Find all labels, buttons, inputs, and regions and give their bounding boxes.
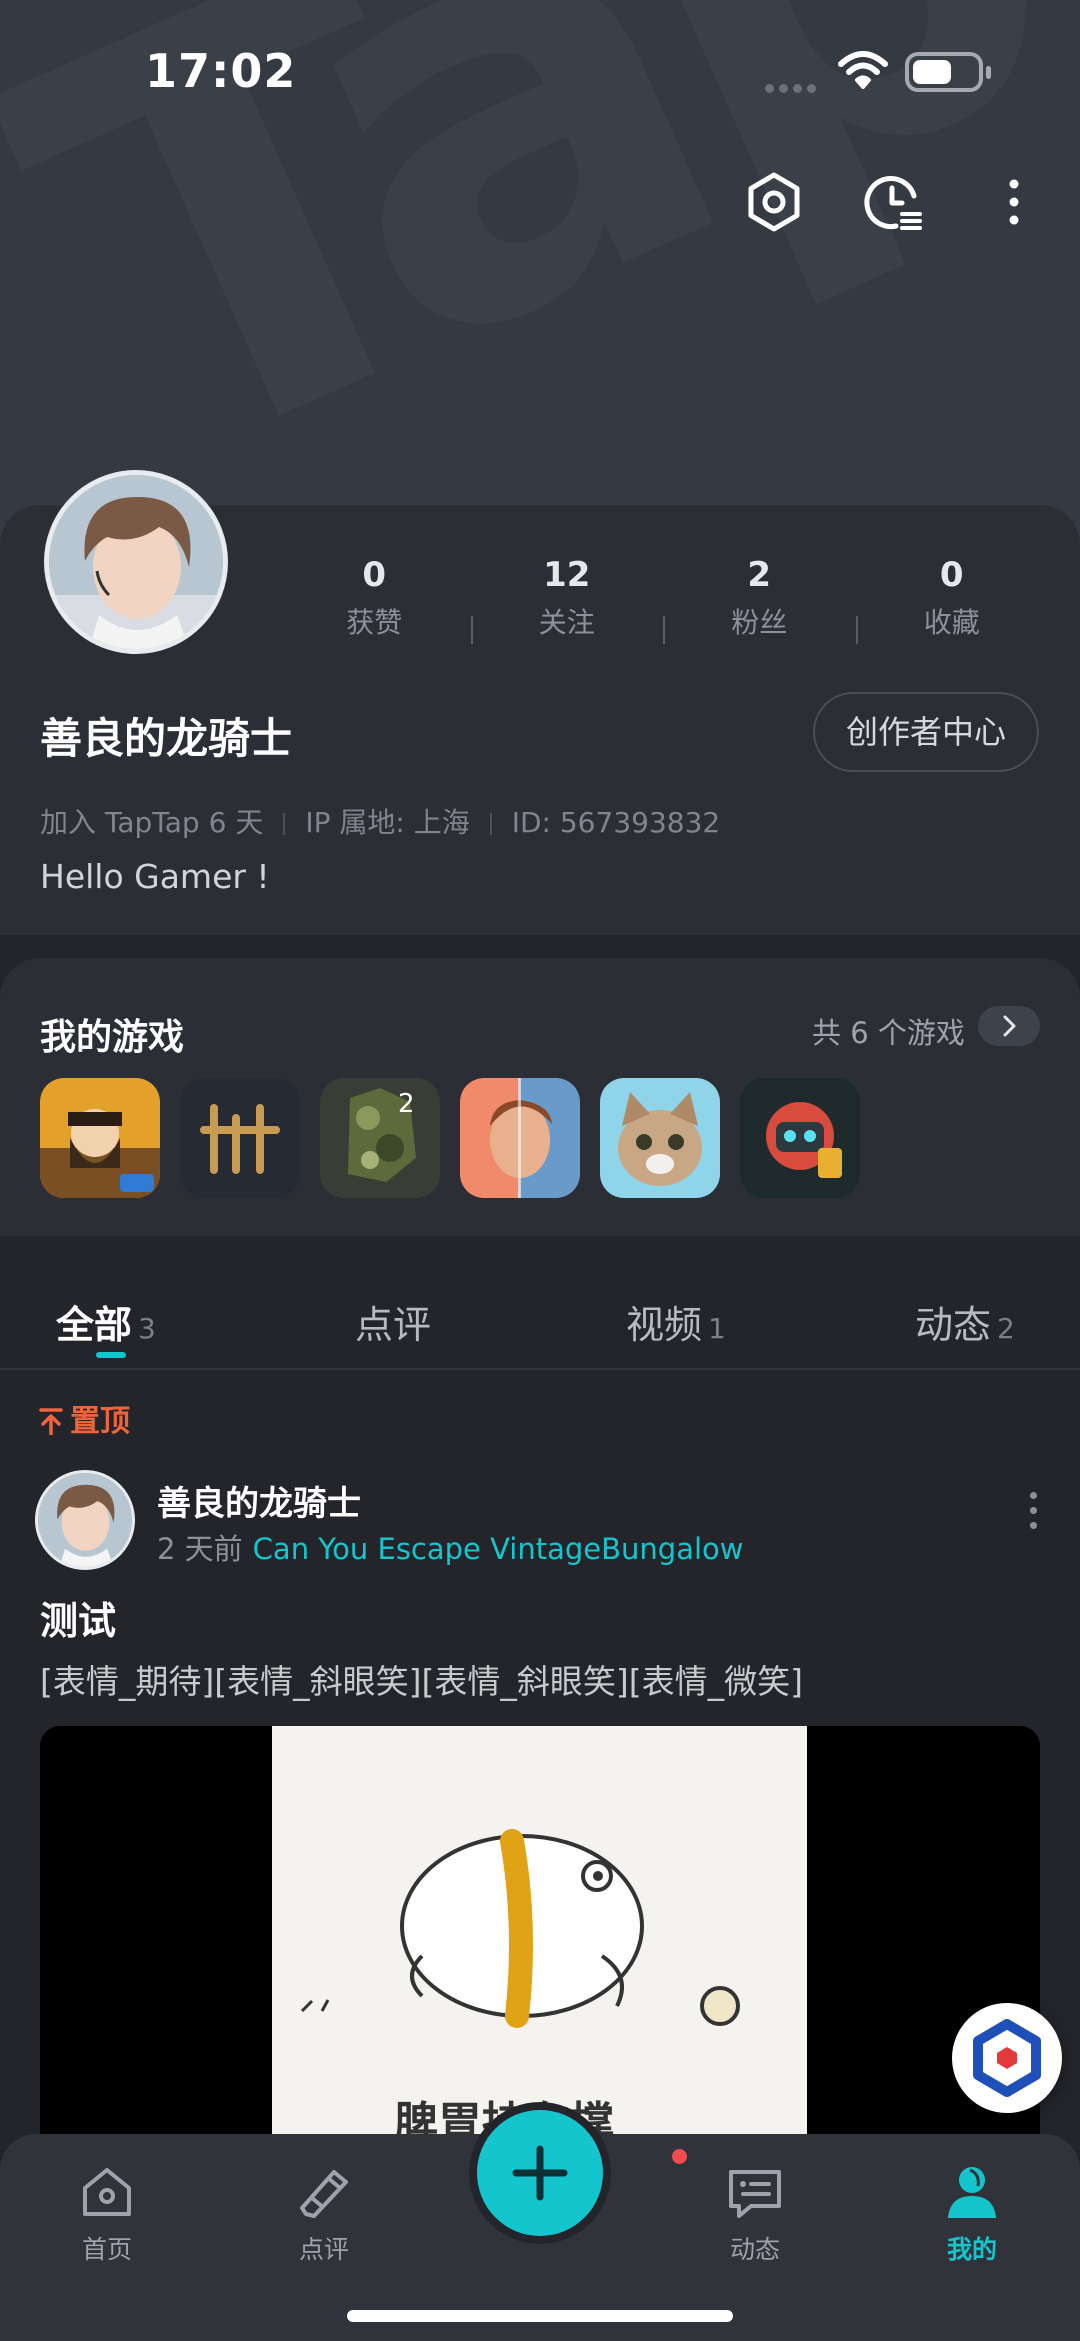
settings-hexagon-icon[interactable] <box>742 170 806 234</box>
profile-stats: 0 获赞 12 关注 2 粉丝 0 收藏 <box>278 550 1048 646</box>
stat-favorites[interactable]: 0 收藏 <box>855 550 1049 646</box>
ip-location: IP 属地: 上海 <box>305 806 470 839</box>
nav-profile[interactable]: 我的 <box>892 2146 1052 2266</box>
profile-card: 0 获赞 12 关注 2 粉丝 0 收藏 善良的龙骑士 创作者中心 加入 Tap… <box>0 470 1080 935</box>
tab-label: 动态 <box>915 1303 992 1347</box>
pin-top-icon <box>39 1408 63 1436</box>
game-icon-3[interactable]: 2 <box>320 1078 440 1198</box>
game-icon-6[interactable] <box>740 1078 860 1198</box>
stat-value: 12 <box>543 555 591 595</box>
post-author-name[interactable]: 善良的龙骑士 <box>157 1476 361 1525</box>
tab-moments[interactable]: 动态 2 <box>915 1294 1015 1349</box>
user-id[interactable]: ID: 567393832 <box>512 806 720 839</box>
game-icon-2[interactable] <box>180 1078 300 1198</box>
game-icon-5[interactable] <box>600 1078 720 1198</box>
nav-label: 我的 <box>946 2235 997 2264</box>
hexagon-logo-icon <box>973 2019 1041 2097</box>
cellular-signal-icon <box>765 78 821 97</box>
nav-label: 首页 <box>81 2235 132 2264</box>
pinned-label: 置顶 <box>38 1396 130 1440</box>
creator-center-button[interactable]: 创作者中心 <box>813 692 1039 772</box>
nav-label: 点评 <box>298 2235 349 2264</box>
tab-count: 3 <box>138 1312 156 1345</box>
active-tab-indicator <box>96 1352 126 1358</box>
tab-count: 1 <box>708 1312 726 1345</box>
stat-value: 0 <box>939 555 964 595</box>
tab-all[interactable]: 全部 3 <box>56 1294 156 1349</box>
stat-likes[interactable]: 0 获赞 <box>278 550 471 646</box>
review-pen-icon <box>300 2170 348 2218</box>
stat-followers[interactable]: 2 粉丝 <box>663 550 856 646</box>
username: 善良的龙骑士 <box>40 714 293 763</box>
battery-icon <box>905 52 991 92</box>
games-count[interactable]: 共 6 个游戏 <box>812 1010 965 1052</box>
tab-reviews[interactable]: 点评 <box>355 1294 437 1349</box>
stat-value: 0 <box>362 555 387 595</box>
stat-label: 收藏 <box>923 606 980 639</box>
stat-label: 获赞 <box>346 606 403 639</box>
home-icon <box>83 2168 131 2216</box>
post-more-icon[interactable] <box>1030 1492 1037 1537</box>
wifi-icon <box>838 51 888 89</box>
floating-assistant-button[interactable] <box>952 2003 1062 2113</box>
nav-home[interactable]: 首页 <box>27 2146 187 2266</box>
post-title[interactable]: 测试 <box>40 1590 116 1645</box>
stat-following[interactable]: 12 关注 <box>470 550 664 646</box>
notification-dot <box>672 2149 687 2164</box>
post-image: 脾胃持在撑 <box>272 1726 807 2146</box>
home-indicator <box>347 2310 733 2322</box>
profile-meta: 加入 TapTap 6 天 IP 属地: 上海 ID: 567393832 <box>40 801 720 841</box>
content-tabs: 全部 3 点评 视频 1 动态 2 <box>0 1236 1080 1370</box>
post-meta: 2 天前 Can You Escape VintageBungalow <box>157 1526 744 1568</box>
svg-text:2: 2 <box>398 1089 415 1119</box>
tab-count: 2 <box>997 1312 1015 1345</box>
my-games-section: 我的游戏 共 6 个游戏 2 <box>0 958 1080 1236</box>
stat-label: 关注 <box>538 606 595 639</box>
pinned-text: 置顶 <box>70 1404 130 1439</box>
tab-label: 点评 <box>355 1303 432 1347</box>
plus-icon <box>512 2145 568 2201</box>
post-author-avatar[interactable] <box>35 1470 135 1570</box>
history-icon[interactable] <box>862 170 926 234</box>
nav-moments[interactable]: 动态 <box>675 2146 835 2266</box>
status-time: 17:02 <box>145 44 297 98</box>
tab-label: 全部 <box>56 1303 133 1347</box>
game-icon-1[interactable] <box>40 1078 160 1198</box>
more-options-icon[interactable] <box>982 170 1046 234</box>
avatar[interactable] <box>44 470 228 654</box>
my-games-title: 我的游戏 <box>40 1017 185 1058</box>
profile-icon <box>948 2167 996 2218</box>
nav-label: 动态 <box>729 2235 780 2264</box>
post-body[interactable]: [表情_期待][表情_斜眼笑][表情_斜眼笑][表情_微笑] <box>40 1655 803 1703</box>
bio: Hello Gamer ! <box>40 857 270 896</box>
post-game-link[interactable]: Can You Escape VintageBungalow <box>253 1532 744 1566</box>
status-bar: 17:02 <box>0 0 1080 150</box>
chevron-right-icon[interactable] <box>978 1006 1040 1046</box>
join-info: 加入 TapTap 6 天 <box>40 806 264 839</box>
stat-value: 2 <box>747 555 772 595</box>
nav-reviews[interactable]: 点评 <box>244 2146 404 2266</box>
tab-label: 视频 <box>626 1303 703 1347</box>
tab-videos[interactable]: 视频 1 <box>626 1294 726 1349</box>
stat-label: 粉丝 <box>731 606 788 639</box>
game-icon-4[interactable] <box>460 1078 580 1198</box>
post-time: 2 天前 <box>157 1532 243 1566</box>
post-media[interactable]: 脾胃持在撑 <box>40 1726 1040 2146</box>
chat-icon <box>729 2170 781 2218</box>
create-post-button[interactable] <box>477 2110 603 2236</box>
